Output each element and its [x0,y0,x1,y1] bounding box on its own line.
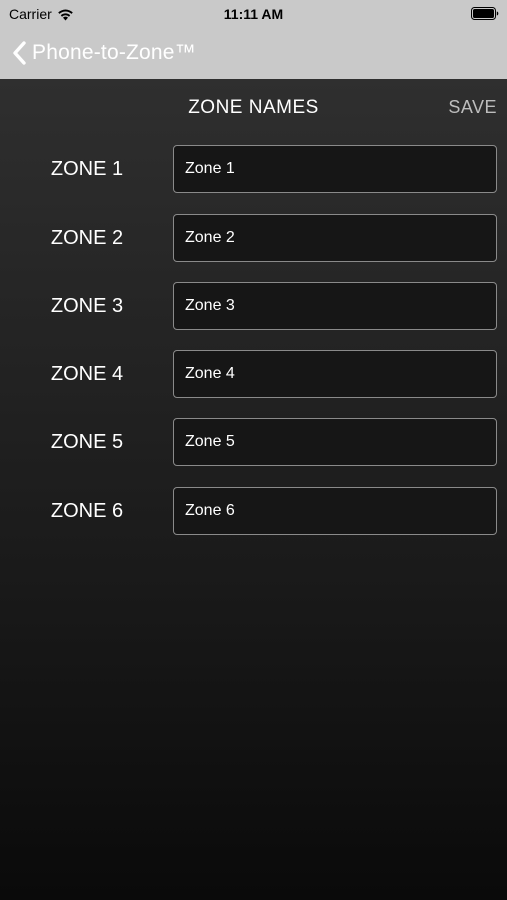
zone-5-name-input[interactable] [173,418,497,466]
zone-4-label: ZONE 4 [50,363,124,385]
zone-row-4: ZONE 4 [0,350,507,398]
zone-1-label: ZONE 1 [50,158,124,180]
zone-row-1: ZONE 1 [0,145,507,193]
status-bar: Carrier 11:11 AM [0,0,507,28]
zone-1-name-input[interactable] [173,145,497,193]
back-button[interactable]: Phone-to-Zone™ [12,38,196,68]
zone-2-name-input[interactable] [173,214,497,262]
page-title: ZONE NAMES [188,97,319,118]
battery-icon [471,7,499,20]
zone-6-name-input[interactable] [173,487,497,535]
zone-row-3: ZONE 3 [0,282,507,330]
zone-5-label: ZONE 5 [50,431,124,453]
zone-row-6: ZONE 6 [0,487,507,535]
zone-6-label: ZONE 6 [50,500,124,522]
zone-3-name-input[interactable] [173,282,497,330]
zone-row-5: ZONE 5 [0,418,507,466]
zone-names-screen: ZONE NAMES SAVE ZONE 1 ZONE 2 ZONE 3 ZON… [0,79,507,900]
save-button[interactable]: SAVE [448,97,497,118]
zone-4-name-input[interactable] [173,350,497,398]
chevron-left-icon [13,41,26,65]
navigation-bar: Phone-to-Zone™ [0,28,507,79]
status-time: 11:11 AM [223,6,284,22]
zone-2-label: ZONE 2 [50,227,124,249]
back-label: Phone-to-Zone™ [32,41,196,64]
zone-row-2: ZONE 2 [0,214,507,262]
zone-3-label: ZONE 3 [50,295,124,317]
